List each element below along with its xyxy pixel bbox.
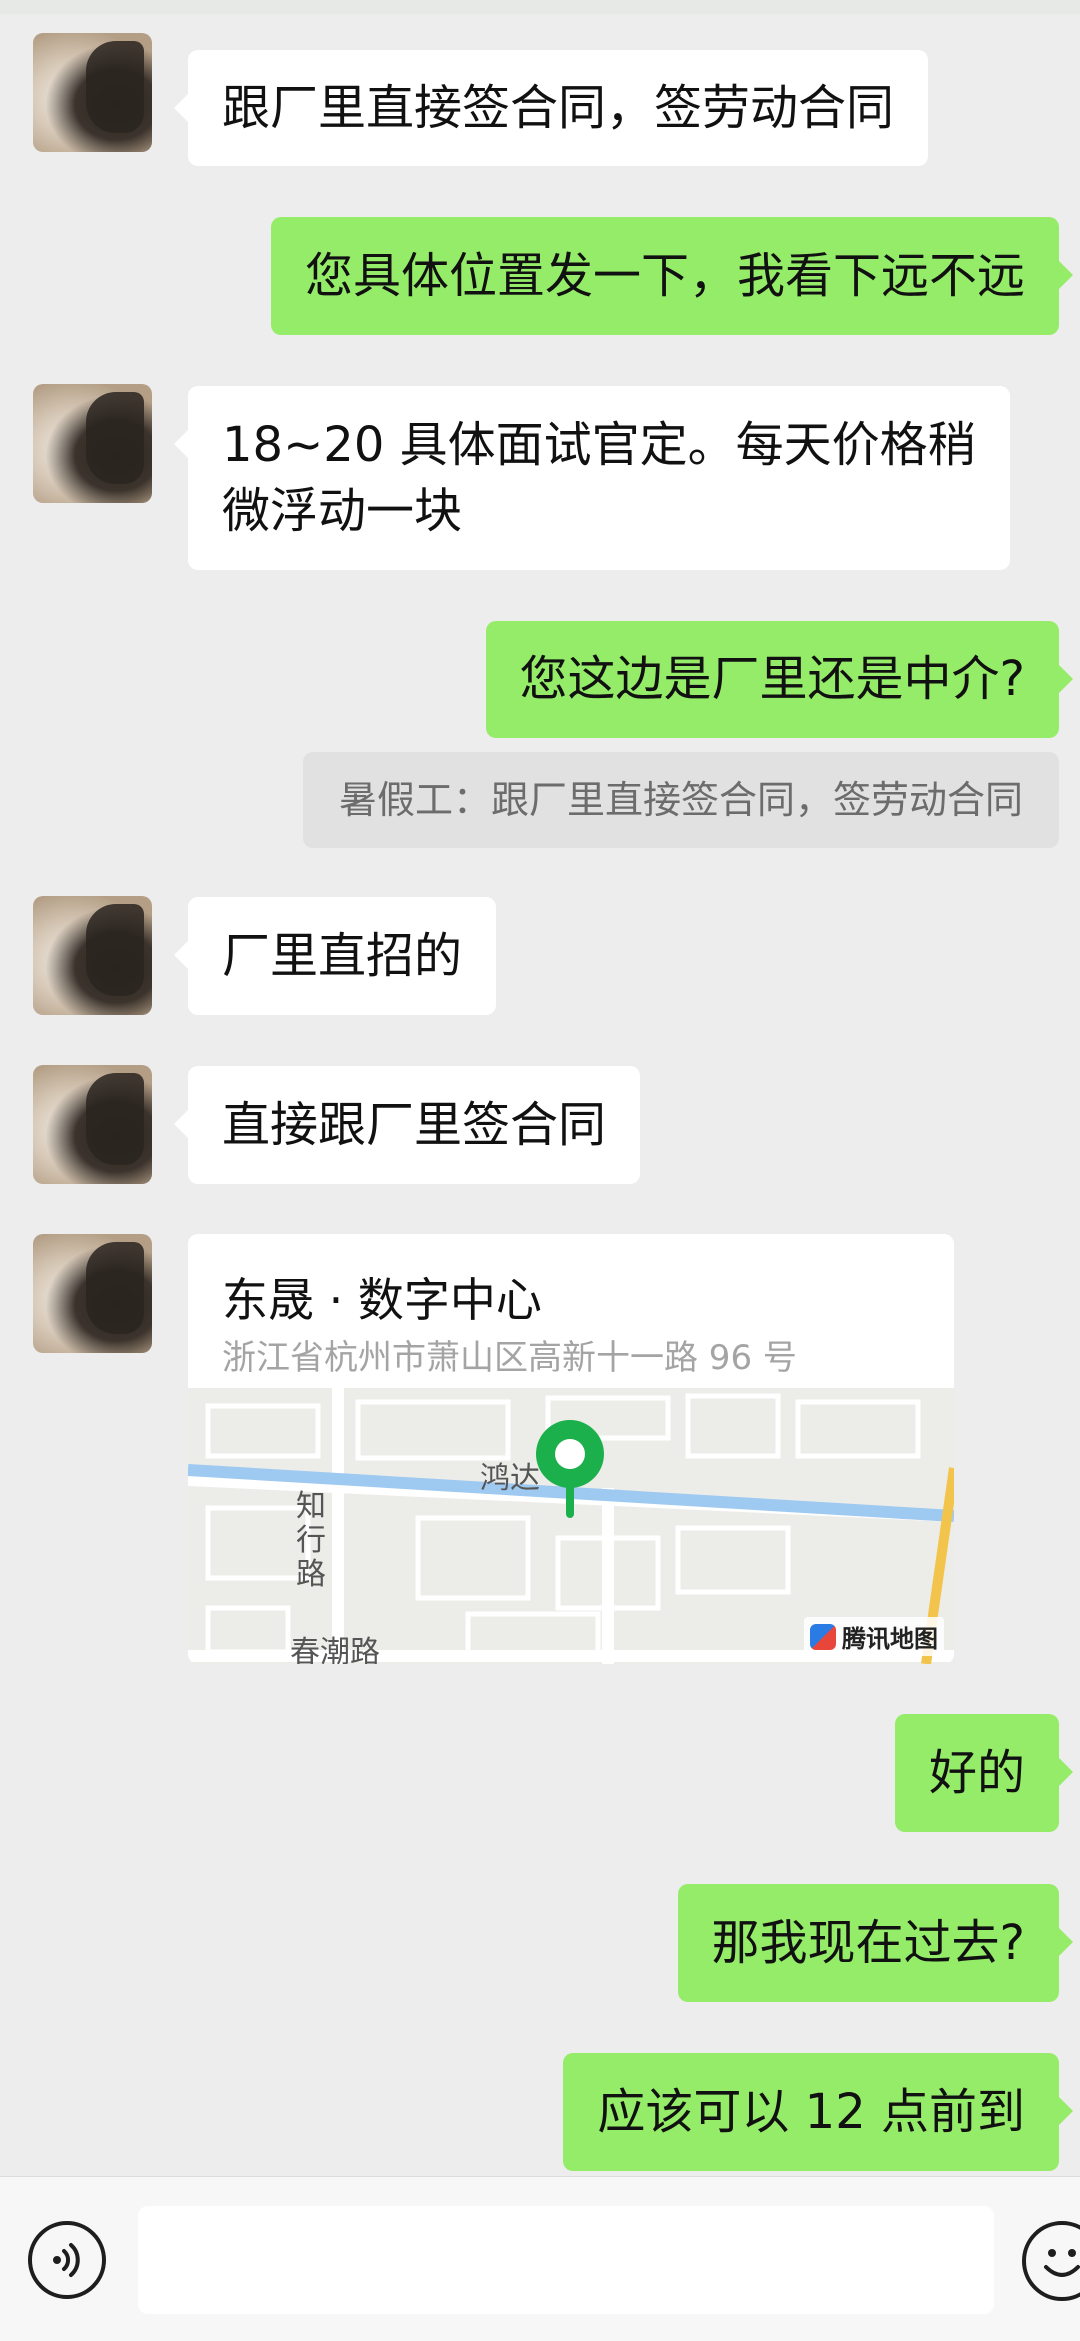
- message-text: 厂里直招的: [222, 928, 463, 984]
- message-text: 跟厂里直接签合同，签劳动合同: [222, 80, 895, 136]
- message-text: 您这边是厂里还是中介?: [519, 651, 1025, 707]
- outgoing-message[interactable]: 好的: [894, 1714, 1074, 1832]
- contact-avatar[interactable]: [33, 1065, 152, 1184]
- message-text: 那我现在过去?: [711, 1915, 1025, 1971]
- map-credit: 腾讯地图: [804, 1617, 944, 1656]
- input-bar: [0, 2176, 1080, 2341]
- contact-avatar[interactable]: [33, 384, 152, 503]
- contact-avatar[interactable]: [33, 896, 152, 1015]
- location-title: 东晟 · 数字中心: [222, 1273, 542, 1327]
- incoming-message[interactable]: 18~20 具体面试官定。每天价格稍 微浮动一块: [174, 386, 1010, 570]
- map-road-label-char: 行: [296, 1523, 326, 1558]
- emoji-icon[interactable]: [1022, 2221, 1080, 2301]
- message-text-line-2: 微浮动一块: [222, 483, 463, 539]
- contact-avatar[interactable]: [33, 33, 152, 152]
- outgoing-message[interactable]: 那我现在过去?: [677, 1884, 1074, 2002]
- chat-screen: 跟厂里直接签合同，签劳动合同 您具体位置发一下，我看下远不远 18~20 具体面…: [0, 0, 1080, 2341]
- quoted-reply[interactable]: 暑假工：跟厂里直接签合同，签劳动合同: [302, 752, 1059, 848]
- map-road-label: 春潮路: [290, 1635, 380, 1664]
- message-text-line-1: 18~20 具体面试官定。每天价格稍: [222, 417, 976, 473]
- message-text: 好的: [928, 1745, 1025, 1801]
- location-address: 浙江省杭州市萧山区高新十一路 96 号: [222, 1338, 797, 1378]
- outgoing-message[interactable]: 您具体位置发一下，我看下远不远: [270, 217, 1074, 335]
- outgoing-message[interactable]: 应该可以 12 点前到: [563, 2053, 1073, 2171]
- contact-avatar[interactable]: [33, 1234, 152, 1353]
- incoming-message[interactable]: 厂里直招的: [173, 897, 497, 1015]
- map-credit-text: 腾讯地图: [842, 1625, 938, 1653]
- location-message[interactable]: 东晟 · 数字中心 浙江省杭州市萧山区高新十一路 96 号 鸿达 知 行 路 春…: [188, 1234, 954, 1664]
- message-text: 直接跟厂里签合同: [222, 1097, 607, 1153]
- status-strip: [0, 0, 1080, 14]
- incoming-message[interactable]: 直接跟厂里签合同: [173, 1066, 641, 1184]
- map-road-label: 鸿达: [480, 1461, 540, 1496]
- voice-icon[interactable]: [28, 2221, 106, 2299]
- map-road-label-char: 路: [296, 1557, 326, 1592]
- tencent-map-logo-icon: [810, 1623, 836, 1650]
- map-road-label-char: 知: [296, 1489, 326, 1524]
- quoted-text: 暑假工：跟厂里直接签合同，签劳动合同: [338, 778, 1023, 822]
- incoming-message[interactable]: 跟厂里直接签合同，签劳动合同: [173, 50, 929, 166]
- outgoing-message[interactable]: 您这边是厂里还是中介?: [485, 621, 1074, 738]
- message-text: 应该可以 12 点前到: [597, 2084, 1025, 2140]
- message-text: 您具体位置发一下，我看下远不远: [304, 248, 1025, 304]
- message-input[interactable]: [138, 2206, 994, 2314]
